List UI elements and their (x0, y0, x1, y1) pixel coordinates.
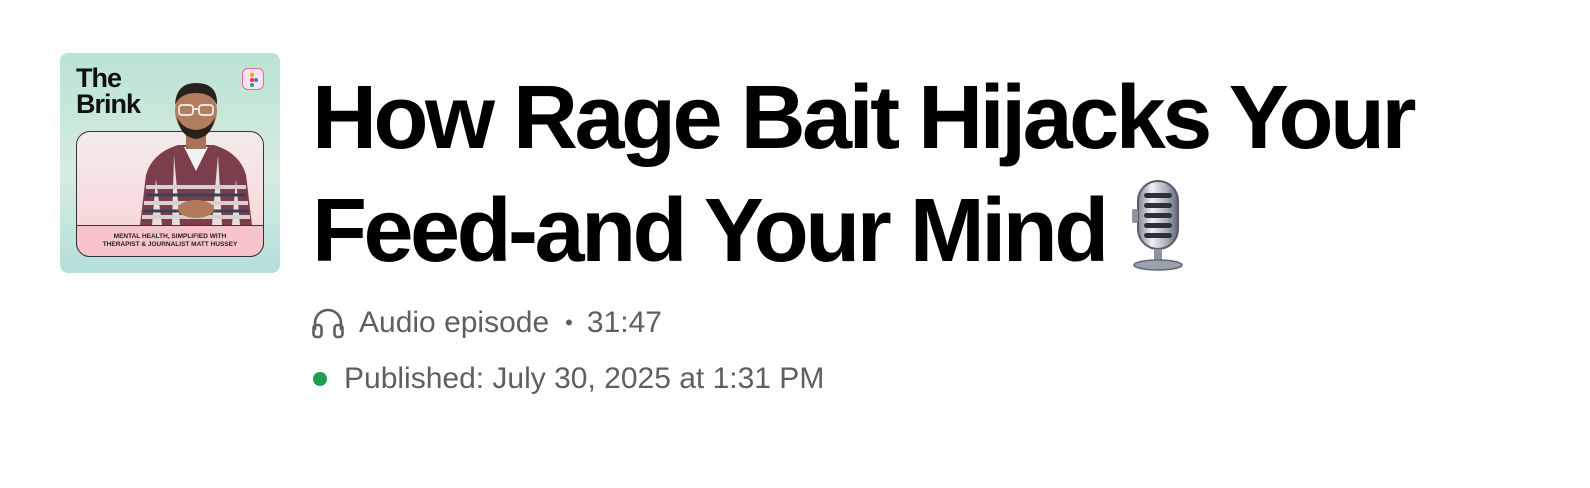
cover-title-line1: The (76, 63, 122, 93)
podcast-cover-art[interactable]: The Brink MENTAL HEALTH, SIMPLIFIED WITH… (60, 53, 280, 273)
episode-title: How Rage Bait Hijacks Your Feed-and Your… (312, 62, 1552, 288)
host-photo (140, 83, 252, 225)
episode-type-label: Audio episode (359, 306, 550, 339)
published-date: Published: July 30, 2025 at 1:31 PM (344, 362, 825, 395)
cover-caption: MENTAL HEALTH, SIMPLIFIED WITH THERAPIST… (76, 225, 264, 257)
meta-separator: • (565, 310, 573, 335)
cover-caption-text: MENTAL HEALTH, SIMPLIFIED WITH THERAPIST… (102, 233, 238, 248)
published-status-dot (313, 372, 327, 386)
cover-title: The Brink (76, 63, 141, 119)
episode-header: The Brink MENTAL HEALTH, SIMPLIFIED WITH… (0, 0, 1590, 488)
publish-status: Published: July 30, 2025 at 1:31 PM (311, 362, 824, 396)
episode-title-text: How Rage Bait Hijacks Your Feed-and Your… (312, 68, 1417, 281)
app-logo-icon (242, 68, 264, 90)
episode-duration: 31:47 (586, 306, 662, 339)
episode-meta: Audio episode • 31:47 (311, 306, 662, 340)
cover-title-line2: Brink (76, 89, 141, 119)
headphones-icon (312, 308, 344, 339)
microphone-emoji-icon (1131, 180, 1183, 271)
